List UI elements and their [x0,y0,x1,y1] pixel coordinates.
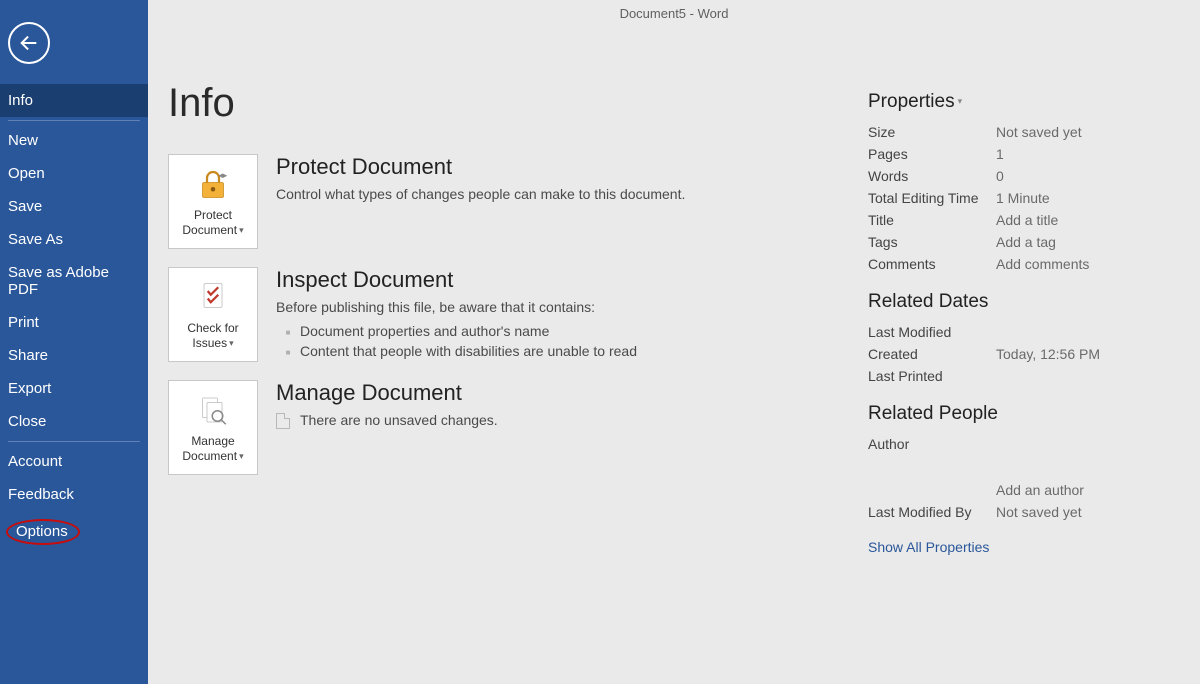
protect-document-tile[interactable]: Protect Document▾ [168,154,258,249]
sidebar-item-feedback[interactable]: Feedback [0,478,148,511]
lock-icon [195,166,231,202]
prop-key-size: Size [868,124,996,140]
prop-key-comments: Comments [868,256,996,272]
prop-val-pages: 1 [996,146,1168,162]
related-people-heading: Related People [868,403,1168,425]
prop-val-created: Today, 12:56 PM [996,346,1168,362]
sidebar-item-label: Save As [8,231,63,248]
prop-key-tags: Tags [868,234,996,250]
sidebar-item-label: Print [8,314,39,331]
sidebar-item-label: Export [8,380,51,397]
divider [8,120,140,121]
prop-val-editing-time: 1 Minute [996,190,1168,206]
backstage-sidebar: Info New Open Save Save As Save as Adobe… [0,0,148,684]
prop-val-last-printed [996,368,1168,384]
check-for-issues-tile[interactable]: Check for Issues▾ [168,267,258,362]
sidebar-item-save-as[interactable]: Save As [0,223,148,256]
tile-label: Check for Issues▾ [169,321,257,350]
sidebar-item-account[interactable]: Account [0,445,148,478]
tile-label: Protect Document▾ [169,208,257,237]
show-all-properties-link[interactable]: Show All Properties [868,539,989,555]
prop-val-words: 0 [996,168,1168,184]
prop-key-last-modified: Last Modified [868,324,996,340]
document-icon [276,413,290,429]
tile-label: Manage Document▾ [169,434,257,463]
prop-key-words: Words [868,168,996,184]
sidebar-item-label: New [8,132,38,149]
add-author[interactable]: Add an author [996,482,1168,498]
inspect-bullet-list: Document properties and author's name Co… [276,321,868,361]
list-item: Content that people with disabilities ar… [276,341,868,361]
prop-val-comments[interactable]: Add comments [996,256,1168,272]
back-button[interactable] [8,22,50,64]
sidebar-item-label: Feedback [8,486,74,503]
prop-key-author: Author [868,436,996,452]
sidebar-item-export[interactable]: Export [0,372,148,405]
prop-key-editing-time: Total Editing Time [868,190,996,206]
sidebar-item-label: Save as Adobe PDF [8,264,109,298]
prop-key-pages: Pages [868,146,996,162]
prop-key-last-printed: Last Printed [868,368,996,384]
sidebar-item-open[interactable]: Open [0,157,148,190]
sidebar-item-label: Save [8,198,42,215]
document-check-icon [195,279,231,315]
prop-val-size: Not saved yet [996,124,1168,140]
prop-val-tags[interactable]: Add a tag [996,234,1168,250]
sidebar-item-print[interactable]: Print [0,306,148,339]
arrow-left-icon [18,32,40,54]
protect-section-desc: Control what types of changes people can… [276,186,868,202]
properties-panel: Properties▾ SizeNot saved yet Pages1 Wor… [868,81,1168,555]
sidebar-item-label: Account [8,453,62,470]
protect-section-title: Protect Document [276,154,868,180]
sidebar-item-save[interactable]: Save [0,190,148,223]
sidebar-item-options[interactable]: Options [0,511,148,553]
prop-val-last-modified [996,324,1168,340]
prop-val-last-modified-by: Not saved yet [996,504,1168,520]
divider [8,441,140,442]
callout-highlight: Options [6,519,80,545]
sidebar-item-close[interactable]: Close [0,405,148,438]
sidebar-item-new[interactable]: New [0,124,148,157]
inspect-section-title: Inspect Document [276,267,868,293]
sidebar-item-label: Open [8,165,45,182]
manage-section-desc: There are no unsaved changes. [276,412,868,429]
properties-heading[interactable]: Properties▾ [868,91,1168,113]
prop-key-title: Title [868,212,996,228]
sidebar-item-label: Options [16,523,68,540]
sidebar-item-label: Close [8,413,46,430]
list-item: Document properties and author's name [276,321,868,341]
main-content: Document5 - Word Info Protect Document▾ … [148,0,1200,684]
document-manage-icon [195,392,231,428]
manage-document-tile[interactable]: Manage Document▾ [168,380,258,475]
inspect-section-desc: Before publishing this file, be aware th… [276,299,868,315]
prop-key-created: Created [868,346,996,362]
sidebar-item-save-pdf[interactable]: Save as Adobe PDF [0,256,148,306]
sidebar-item-label: Info [8,92,33,109]
sidebar-item-share[interactable]: Share [0,339,148,372]
page-title: Info [168,81,868,126]
sidebar-item-label: Share [8,347,48,364]
window-title: Document5 - Word [148,0,1200,21]
related-dates-heading: Related Dates [868,291,1168,313]
manage-section-title: Manage Document [276,380,868,406]
prop-key-last-modified-by: Last Modified By [868,504,996,520]
prop-val-title[interactable]: Add a title [996,212,1168,228]
sidebar-item-info[interactable]: Info [0,84,148,117]
